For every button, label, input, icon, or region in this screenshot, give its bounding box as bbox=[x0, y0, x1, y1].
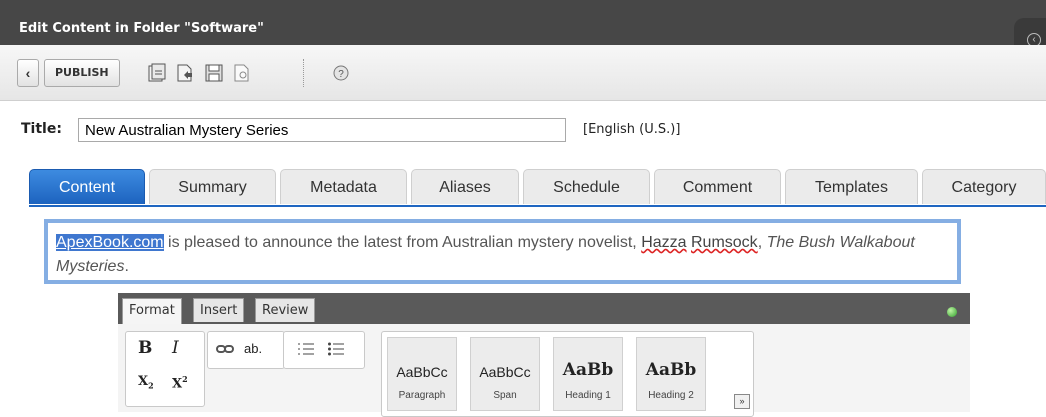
title-input[interactable]: New Australian Mystery Series bbox=[78, 118, 566, 142]
editor-text-segment: . bbox=[124, 258, 129, 275]
save-icon[interactable] bbox=[204, 63, 224, 83]
subscript-button[interactable]: X2 bbox=[138, 374, 154, 391]
bold-button[interactable]: B bbox=[138, 338, 152, 358]
format-group: B I X2 X2 bbox=[125, 331, 205, 407]
content-editor[interactable]: ApexBook.com is pleased to announce the … bbox=[44, 219, 961, 284]
status-indicator-icon bbox=[947, 307, 957, 317]
misspelled-word[interactable]: Rumsock bbox=[691, 234, 758, 251]
language-label: [English (U.S.)] bbox=[583, 122, 681, 137]
title-label: Title: bbox=[21, 121, 62, 137]
style-sample: AaBb bbox=[645, 360, 697, 380]
style-label: Heading 2 bbox=[648, 390, 694, 401]
window-titlebar: Edit Content in Folder "Software" bbox=[0, 0, 1046, 45]
styles-group: AaBbCc Paragraph AaBbCc Span AaBb Headin… bbox=[381, 331, 754, 417]
subscript-mark: 2 bbox=[148, 380, 154, 391]
publish-button[interactable]: PUBLISH bbox=[44, 59, 120, 87]
toolbar: ‹ PUBLISH ? bbox=[0, 45, 1046, 101]
editor-text-segment: , bbox=[757, 234, 767, 251]
tab-aliases[interactable]: Aliases bbox=[411, 169, 519, 204]
style-heading-1[interactable]: AaBb Heading 1 bbox=[553, 337, 623, 411]
tab-schedule[interactable]: Schedule bbox=[523, 169, 650, 204]
style-paragraph[interactable]: AaBbCc Paragraph bbox=[387, 337, 457, 411]
numbered-list-icon[interactable] bbox=[298, 342, 314, 356]
editor-text-segment: is pleased to announce the latest from A… bbox=[163, 234, 642, 251]
ribbon-body: B I X2 X2 ab. AaBbCc Paragraph AaBbCc Sp… bbox=[118, 324, 970, 417]
tab-summary[interactable]: Summary bbox=[149, 169, 276, 204]
expand-down-icon[interactable]: » bbox=[734, 394, 750, 409]
bulleted-list-icon[interactable] bbox=[328, 342, 344, 356]
ribbon-tab-insert[interactable]: Insert bbox=[193, 298, 245, 322]
checkout-icon[interactable] bbox=[175, 63, 195, 83]
style-label: Span bbox=[493, 390, 517, 401]
ribbon-tab-review[interactable]: Review bbox=[255, 298, 316, 322]
editor-ribbon: Format Insert Review B I X2 X2 ab. AaBbC… bbox=[118, 293, 970, 417]
superscript-label: X bbox=[172, 376, 183, 392]
ribbon-tab-format[interactable]: Format bbox=[122, 298, 182, 325]
chevron-left-icon: ‹ bbox=[25, 65, 31, 81]
style-sample: AaBbCc bbox=[479, 364, 531, 380]
tab-metadata[interactable]: Metadata bbox=[280, 169, 407, 204]
style-sample: AaBbCc bbox=[396, 364, 448, 380]
subscript-label: X bbox=[138, 374, 149, 389]
remove-link-button[interactable]: ab. bbox=[244, 341, 262, 356]
list-group bbox=[283, 331, 365, 369]
tab-category[interactable]: Category bbox=[922, 169, 1046, 204]
back-button[interactable]: ‹ bbox=[17, 59, 39, 87]
italic-button[interactable]: I bbox=[172, 338, 179, 358]
tabs-underline bbox=[29, 205, 1046, 207]
link-group: ab. bbox=[207, 331, 285, 369]
preview-icon[interactable] bbox=[232, 63, 252, 83]
editor-link[interactable]: ApexBook.com bbox=[56, 234, 164, 251]
svg-text:?: ? bbox=[338, 69, 344, 80]
help-icon[interactable]: ? bbox=[331, 63, 351, 83]
content-tabs: Content Summary Metadata Aliases Schedul… bbox=[29, 169, 1046, 205]
tab-templates[interactable]: Templates bbox=[785, 169, 918, 204]
superscript-mark: 2 bbox=[182, 374, 188, 384]
style-label: Heading 1 bbox=[565, 390, 611, 401]
window-title: Edit Content in Folder "Software" bbox=[19, 21, 264, 36]
tab-content[interactable]: Content bbox=[29, 169, 145, 204]
link-icon[interactable] bbox=[216, 343, 234, 355]
checkin-icon[interactable] bbox=[147, 63, 167, 83]
editor-text[interactable]: ApexBook.com is pleased to announce the … bbox=[56, 231, 956, 279]
tab-comment[interactable]: Comment bbox=[654, 169, 781, 204]
style-heading-2[interactable]: AaBb Heading 2 bbox=[636, 337, 706, 411]
toolbar-separator bbox=[303, 59, 304, 87]
superscript-button[interactable]: X2 bbox=[172, 374, 188, 391]
title-row: Title: New Australian Mystery Series [En… bbox=[0, 101, 1046, 159]
style-sample: AaBb bbox=[562, 360, 614, 380]
style-span[interactable]: AaBbCc Span bbox=[470, 337, 540, 411]
misspelled-word[interactable]: Hazza bbox=[641, 234, 686, 251]
style-label: Paragraph bbox=[398, 390, 446, 401]
